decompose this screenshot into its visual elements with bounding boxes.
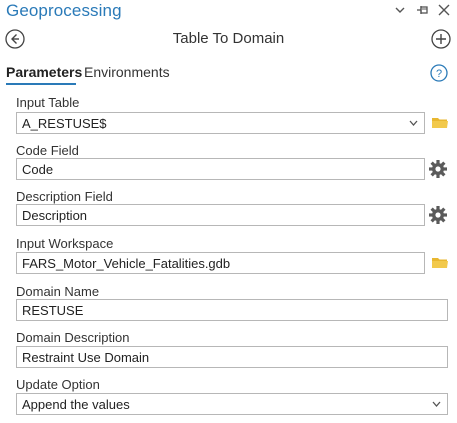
chevron-down-icon [409, 120, 418, 126]
input-workspace-value: FARS_Motor_Vehicle_Fatalities.gdb [22, 256, 231, 271]
svg-text:?: ? [436, 68, 442, 80]
description-field-input[interactable]: Description [16, 204, 425, 226]
pane-header-controls [393, 3, 451, 17]
code-field-label: Code Field [16, 143, 79, 158]
domain-name-value: RESTUSE [22, 303, 84, 318]
domain-description-label: Domain Description [16, 330, 130, 345]
code-field-options-button[interactable] [428, 159, 448, 179]
close-icon[interactable] [437, 3, 451, 17]
domain-description-value: Restraint Use Domain [22, 350, 150, 365]
update-option-value: Append the values [22, 397, 130, 412]
domain-name-input[interactable]: RESTUSE [16, 299, 448, 321]
tool-toolbar: Table To Domain [0, 26, 457, 52]
gear-icon [429, 206, 447, 224]
pane-title: Geoprocessing [6, 1, 122, 20]
code-field-value: Code [22, 162, 54, 177]
domain-name-label: Domain Name [16, 284, 100, 299]
add-button[interactable] [430, 28, 452, 50]
active-tab-indicator [6, 83, 76, 85]
input-table-value: A_RESTUSE$ [22, 116, 107, 131]
pin-icon[interactable] [415, 3, 429, 17]
input-workspace-input[interactable]: FARS_Motor_Vehicle_Fatalities.gdb [16, 252, 425, 274]
help-button[interactable]: ? [430, 64, 448, 82]
input-table-label: Input Table [16, 95, 80, 110]
code-field-input[interactable]: Code [16, 158, 425, 180]
input-workspace-label: Input Workspace [16, 236, 114, 251]
folder-icon [432, 118, 448, 128]
tab-environments[interactable]: Environments [84, 64, 170, 80]
chevron-down-icon [432, 401, 441, 407]
browse-workspace-button[interactable] [430, 253, 450, 273]
pane-menu-chevron-down-icon[interactable] [393, 3, 407, 17]
description-field-options-button[interactable] [428, 205, 448, 225]
description-field-label: Description Field [16, 189, 113, 204]
gear-icon [429, 160, 447, 178]
add-icon [431, 29, 451, 49]
pane-header: Geoprocessing [0, 0, 457, 24]
browse-input-table-button[interactable] [430, 113, 450, 133]
update-option-label: Update Option [16, 377, 100, 392]
tab-parameters[interactable]: Parameters [6, 64, 82, 80]
input-table-dropdown[interactable]: A_RESTUSE$ [16, 112, 425, 134]
tool-tabs: Parameters Environments ? [0, 62, 457, 86]
update-option-dropdown[interactable]: Append the values [16, 393, 448, 415]
help-icon: ? [430, 64, 448, 82]
tool-title: Table To Domain [172, 30, 285, 47]
folder-icon [432, 258, 448, 268]
description-field-value: Description [22, 208, 88, 223]
domain-description-input[interactable]: Restraint Use Domain [16, 346, 448, 368]
